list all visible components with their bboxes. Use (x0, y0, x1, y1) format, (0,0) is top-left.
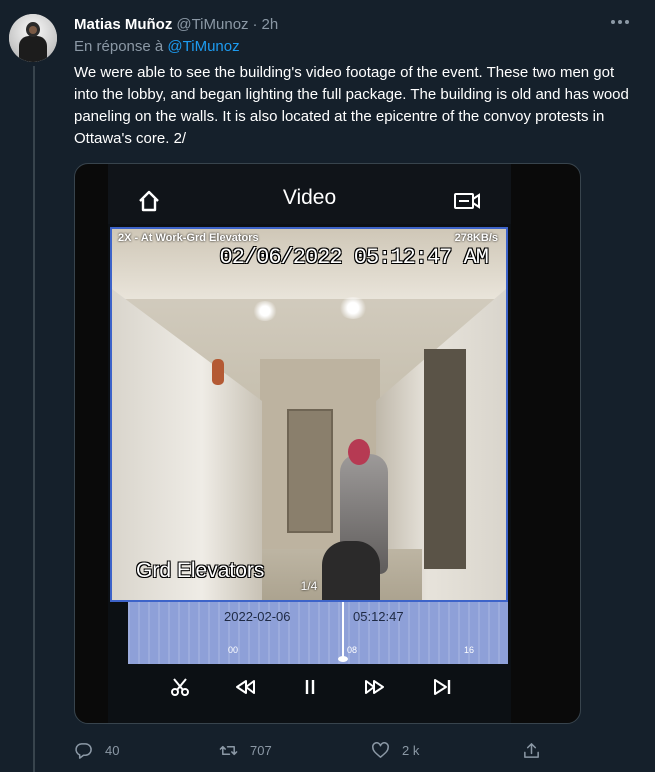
reply-context: En réponse à @TiMunoz (74, 38, 240, 55)
reply-icon (75, 742, 92, 759)
camera-switch-icon (453, 190, 481, 212)
separator-dot: · (252, 15, 258, 33)
share-icon (524, 742, 539, 758)
retweet-button[interactable]: 707 (219, 738, 272, 762)
playback-timeline[interactable]: 2022-02-06 05:12:47 00 08 16 (128, 602, 508, 664)
avatar-face (29, 26, 37, 34)
tweet-actions: 40 707 2 k (74, 738, 554, 762)
timeline-date: 2022-02-06 (224, 609, 291, 624)
avatar-body (19, 36, 47, 62)
phone-screenshot: Video 2X - At Work-Grd Elevators 278KB/s… (108, 164, 511, 723)
timeline-stripes (128, 602, 508, 664)
like-button[interactable]: 2 k (371, 738, 419, 762)
author-handle[interactable]: @TiMunoz (176, 16, 248, 33)
rewind-icon[interactable] (229, 672, 261, 702)
bitrate: 278KB/s (454, 232, 498, 244)
tweet-text: We were able to see the building's video… (74, 64, 629, 147)
author-name[interactable]: Matias Muñoz (74, 16, 172, 33)
heart-icon (372, 741, 389, 758)
more-dots-icon[interactable] (608, 10, 632, 34)
playback-controls (108, 664, 511, 710)
camera-label: 2X - At Work-Grd Elevators (118, 232, 259, 244)
reply-prefix: En réponse à (74, 38, 164, 55)
like-count: 2 k (402, 742, 420, 758)
fast-forward-icon[interactable] (359, 672, 391, 702)
reply-button[interactable]: 40 (74, 738, 119, 762)
video-frame: 2X - At Work-Grd Elevators 278KB/s 02/06… (110, 227, 508, 602)
timeline-cursor-handle[interactable] (338, 656, 348, 662)
timeline-tick: 16 (464, 645, 475, 655)
person-head (348, 439, 370, 465)
pause-icon[interactable] (294, 672, 326, 702)
elevator-door (424, 349, 466, 569)
avatar[interactable] (9, 14, 57, 62)
retweet-count: 707 (250, 742, 272, 758)
far-door (287, 409, 333, 533)
scissors-icon[interactable] (164, 672, 196, 702)
thread-line (33, 66, 35, 772)
timeline-tick: 08 (347, 645, 358, 655)
reply-count: 40 (105, 742, 120, 758)
skip-end-icon[interactable] (426, 672, 458, 702)
app-title: Video (282, 186, 337, 209)
ceiling-light (338, 297, 368, 319)
ceiling-light (252, 301, 278, 321)
fire-extinguisher (212, 359, 224, 385)
video-timestamp: 02/06/2022 05:12:47 AM (219, 245, 489, 270)
page-indicator: 1/4 (300, 579, 318, 593)
timeline-tick: 00 (228, 645, 239, 655)
share-button[interactable] (522, 738, 553, 762)
reply-to-link[interactable]: @TiMunoz (167, 38, 239, 55)
tweet-header: Matias Muñoz @TiMunoz · 2h (74, 14, 278, 34)
timeline-cursor[interactable] (342, 602, 344, 660)
retweet-icon (219, 745, 238, 755)
tweet-media[interactable]: Video 2X - At Work-Grd Elevators 278KB/s… (74, 163, 581, 724)
tweet-time[interactable]: 2h (262, 16, 279, 33)
timeline-time: 05:12:47 (353, 609, 404, 624)
